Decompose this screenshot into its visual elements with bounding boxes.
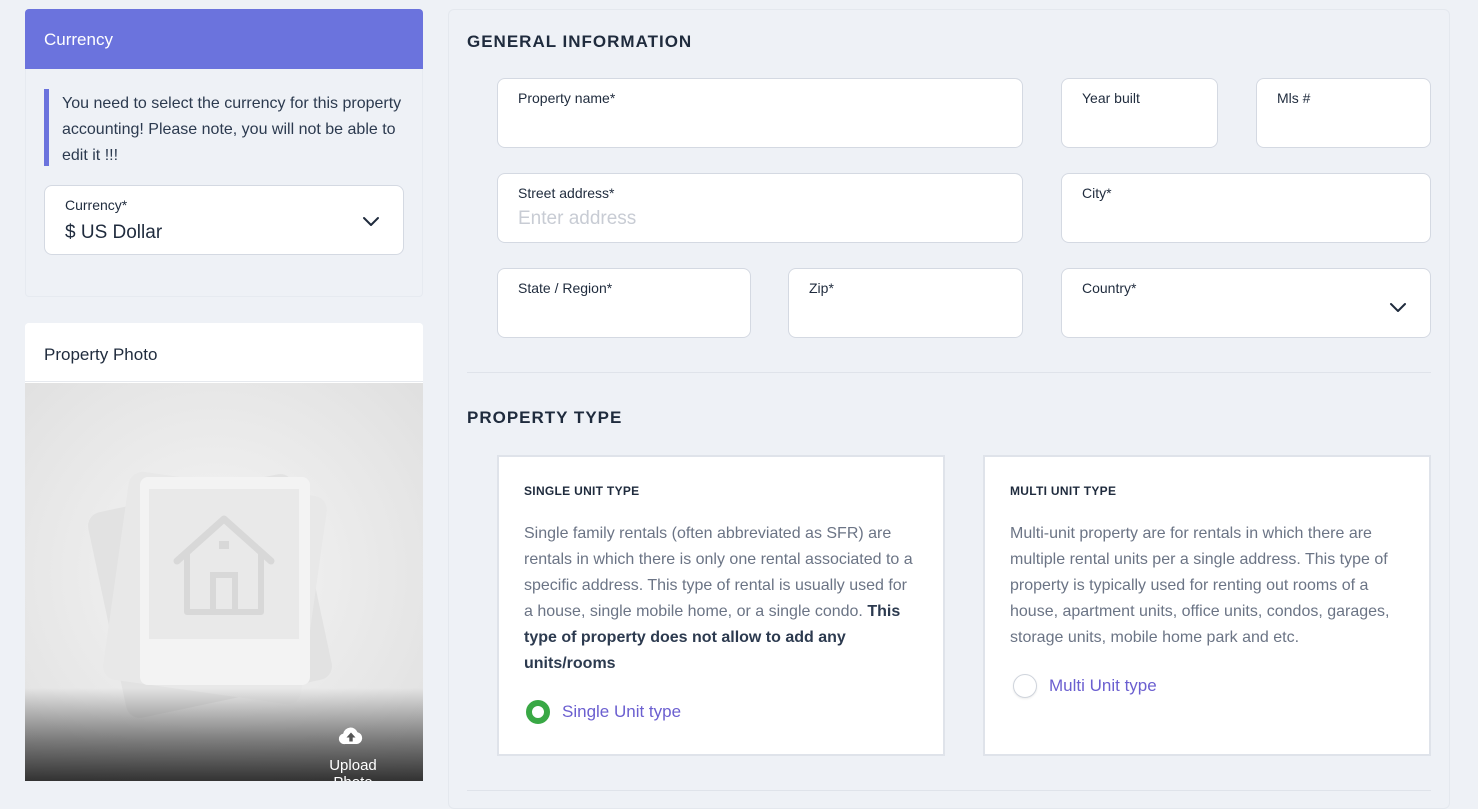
currency-warning-note: You need to select the currency for this… xyxy=(44,89,404,166)
state-region-field[interactable]: State / Region* xyxy=(497,268,751,338)
street-address-field[interactable]: Street address* Enter address xyxy=(497,173,1023,243)
photo-placeholder-area[interactable]: Upload Photo xyxy=(25,383,423,781)
property-photo-card: Property Photo Upload Photo xyxy=(25,323,423,781)
street-address-label: Street address* xyxy=(518,185,615,201)
currency-header: Currency xyxy=(25,9,423,69)
multi-unit-type-description: Multi-unit property are for rentals in w… xyxy=(1010,525,1390,646)
multi-unit-type-title: MULTI UNIT TYPE xyxy=(1010,484,1117,498)
upload-photo-button[interactable]: Upload Photo xyxy=(308,757,398,781)
state-region-label: State / Region* xyxy=(518,280,613,296)
property-photo-header: Property Photo xyxy=(25,323,423,382)
single-unit-desc-plain: Single family rentals (often abbreviated… xyxy=(524,525,913,620)
property-name-field[interactable]: Property name* xyxy=(497,78,1023,148)
property-name-label: Property name* xyxy=(518,90,616,106)
cloud-upload-icon[interactable] xyxy=(338,725,364,747)
general-information-title: GENERAL INFORMATION xyxy=(467,32,693,51)
city-field[interactable]: City* xyxy=(1061,173,1431,243)
currency-select-label: Currency* xyxy=(65,197,128,213)
year-built-label: Year built xyxy=(1082,90,1140,106)
city-label: City* xyxy=(1082,185,1112,201)
chevron-down-icon xyxy=(1390,303,1406,312)
multi-unit-radio[interactable] xyxy=(1013,674,1037,698)
mls-field[interactable]: Mls # xyxy=(1256,78,1431,148)
single-unit-type-title: SINGLE UNIT TYPE xyxy=(524,484,640,498)
property-type-title: PROPERTY TYPE xyxy=(467,408,623,427)
country-label: Country* xyxy=(1082,280,1137,296)
mls-label: Mls # xyxy=(1277,90,1311,106)
multi-unit-radio-label[interactable]: Multi Unit type xyxy=(1049,676,1157,696)
currency-select[interactable]: Currency* $ US Dollar xyxy=(44,185,404,255)
multi-unit-radio-option[interactable]: Multi Unit type xyxy=(1013,674,1157,698)
country-select[interactable]: Country* xyxy=(1061,268,1431,338)
currency-card: Currency You need to select the currency… xyxy=(25,9,423,297)
zip-label: Zip* xyxy=(809,280,834,296)
single-unit-type-card[interactable]: SINGLE UNIT TYPE Single family rentals (… xyxy=(497,455,945,756)
section-divider xyxy=(467,790,1431,791)
chevron-down-icon xyxy=(363,217,379,226)
single-unit-radio-option[interactable]: Single Unit type xyxy=(526,700,681,724)
street-address-placeholder: Enter address xyxy=(518,208,637,229)
zip-field[interactable]: Zip* xyxy=(788,268,1023,338)
section-divider xyxy=(467,372,1431,373)
currency-select-value: $ US Dollar xyxy=(65,222,163,243)
single-unit-radio-label[interactable]: Single Unit type xyxy=(562,702,681,722)
single-unit-radio[interactable] xyxy=(526,700,550,724)
single-unit-type-description: Single family rentals (often abbreviated… xyxy=(524,521,914,677)
year-built-field[interactable]: Year built xyxy=(1061,78,1218,148)
multi-unit-type-card[interactable]: MULTI UNIT TYPE Multi-unit property are … xyxy=(983,455,1431,756)
